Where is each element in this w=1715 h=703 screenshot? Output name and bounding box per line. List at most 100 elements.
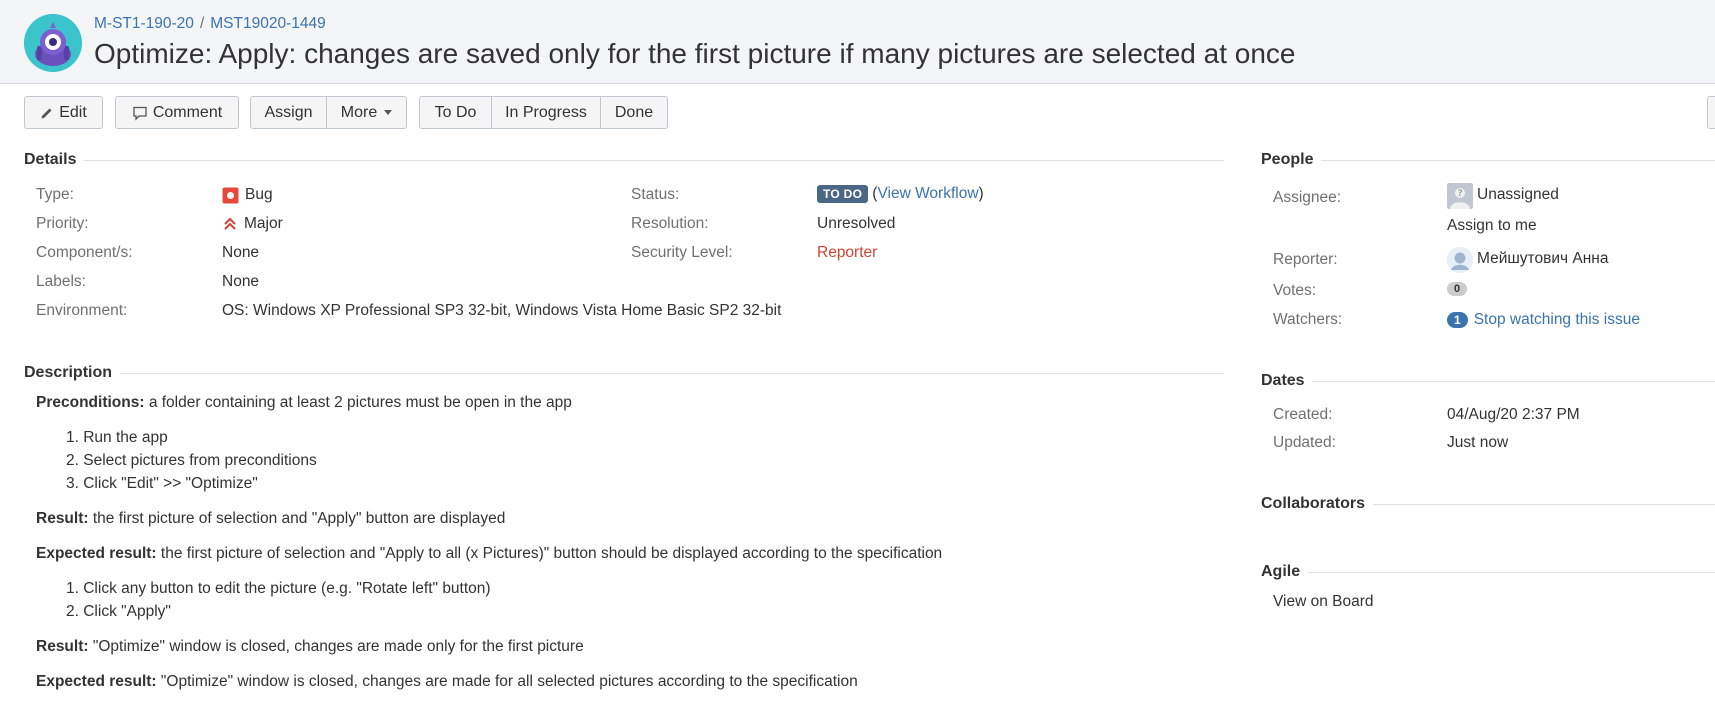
list-item: 1. Click any button to edit the picture … — [66, 580, 491, 597]
breadcrumb-separator: / — [199, 15, 205, 32]
agile-divider — [1308, 571, 1715, 573]
expected1-paragraph: Expected result: the first picture of se… — [36, 545, 942, 563]
result2-label: Result: — [36, 638, 89, 655]
security-level-label: Security Level: — [631, 244, 733, 261]
comment-icon — [132, 105, 148, 121]
votes-count-badge: 0 — [1447, 282, 1468, 296]
assignee-label: Assignee: — [1273, 189, 1342, 206]
priority-label: Priority: — [36, 215, 89, 232]
breadcrumb-project-link[interactable]: M-ST1-190-20 — [94, 15, 194, 32]
description-heading-text: Description — [24, 364, 113, 381]
issue-header: M-ST1-190-20 / MST19020-1449 Optimize: App… — [0, 0, 1715, 84]
reporter-label: Reporter: — [1273, 251, 1338, 268]
description-divider — [120, 372, 1224, 374]
assign-to-me-link[interactable]: Assign to me — [1447, 217, 1537, 235]
user-avatar — [1447, 247, 1473, 273]
assignee-value-text: Unassigned — [1477, 186, 1559, 203]
votes-label: Votes: — [1273, 282, 1317, 299]
list-item: 1. Run the app — [66, 429, 168, 446]
assign-button-label: Assign — [264, 103, 313, 121]
chevron-down-icon — [384, 110, 393, 115]
todo-button-label: To Do — [434, 103, 477, 121]
details-divider — [84, 159, 1224, 161]
result1-text: the first picture of selection and "Appl… — [88, 510, 506, 527]
expected2-paragraph: Expected result: "Optimize" window is cl… — [36, 673, 858, 691]
status-label: Status: — [631, 186, 680, 203]
view-on-board-link[interactable]: View on Board — [1273, 593, 1374, 611]
more-dropdown-button[interactable]: More — [326, 96, 407, 129]
dates-heading: Dates — [1261, 372, 1715, 390]
priority-major-icon — [222, 216, 238, 232]
priority-value: Major — [222, 215, 283, 233]
svg-text:?: ? — [1458, 189, 1463, 199]
transition-in-progress-button[interactable]: In Progress — [491, 96, 601, 129]
result1-paragraph: Result: the first picture of selection a… — [36, 510, 505, 528]
stop-watching-link[interactable]: Stop watching this issue — [1474, 311, 1640, 329]
details-heading: Details — [24, 151, 1224, 169]
result2-text: "Optimize" window is closed, changes are… — [88, 638, 584, 655]
edit-button-label: Edit — [59, 103, 87, 121]
people-heading: People — [1261, 151, 1715, 169]
created-label: Created: — [1273, 406, 1333, 423]
people-divider — [1321, 159, 1715, 161]
resolution-label: Resolution: — [631, 215, 709, 232]
view-workflow-link[interactable]: View Workflow — [877, 185, 978, 203]
result2-paragraph: Result: "Optimize" window is closed, cha… — [36, 638, 584, 656]
environment-label: Environment: — [36, 302, 128, 319]
result1-label: Result: — [36, 510, 89, 527]
project-avatar[interactable] — [24, 14, 82, 72]
toolbar-right-edge-button[interactable] — [1707, 96, 1715, 129]
labels-label: Labels: — [36, 273, 86, 290]
transition-todo-button[interactable]: To Do — [419, 96, 492, 129]
watchers-value: 1 Stop watching this issue — [1447, 311, 1640, 329]
components-label: Component/s: — [36, 244, 133, 261]
type-value: Bug — [222, 186, 273, 204]
collaborators-divider — [1373, 503, 1715, 505]
list-item: 3. Click "Edit" >> "Optimize" — [66, 475, 258, 492]
components-value: None — [222, 244, 260, 261]
updated-label: Updated: — [1273, 434, 1336, 451]
updated-value: Just now — [1447, 434, 1509, 451]
environment-value[interactable]: OS: Windows XP Professional SP3 32-bit, … — [222, 302, 781, 320]
edit-button[interactable]: Edit — [24, 96, 103, 129]
reporter-value-text: Мейшутович Анна — [1477, 250, 1609, 267]
people-heading-text: People — [1261, 151, 1314, 168]
description-heading: Description — [24, 364, 1224, 382]
bug-icon — [222, 187, 239, 204]
agile-heading: Agile — [1261, 563, 1715, 581]
more-button-label: More — [340, 103, 378, 121]
expected1-label: Expected result: — [36, 545, 157, 562]
collaborators-heading: Collaborators — [1261, 495, 1715, 513]
created-value: 04/Aug/20 2:37 PM — [1447, 406, 1580, 423]
in-progress-button-label: In Progress — [505, 103, 587, 121]
expected2-text: "Optimize" window is closed, changes are… — [156, 673, 858, 690]
security-level-value: Reporter — [817, 244, 878, 261]
watchers-count-badge[interactable]: 1 — [1447, 312, 1468, 328]
unassigned-avatar-icon: ? — [1447, 183, 1473, 209]
preconditions-label: Preconditions: — [36, 394, 145, 411]
breadcrumb-issue-key-link[interactable]: MST19020-1449 — [210, 15, 325, 32]
paren-close: ) — [978, 185, 984, 202]
expected2-label: Expected result: — [36, 673, 157, 690]
expected1-text: the first picture of selection and "Appl… — [156, 545, 943, 562]
assign-button[interactable]: Assign — [250, 96, 327, 129]
details-heading-text: Details — [24, 151, 77, 168]
list-item: 2. Select pictures from preconditions — [66, 452, 317, 469]
breadcrumb: M-ST1-190-20 / MST19020-1449 — [94, 15, 326, 33]
reporter-value[interactable]: Мейшутович Анна — [1447, 247, 1609, 273]
agile-heading-text: Agile — [1261, 563, 1301, 580]
resolution-value: Unresolved — [817, 215, 896, 232]
pencil-icon — [40, 106, 54, 120]
assignee-value[interactable]: ? Unassigned — [1447, 183, 1559, 209]
labels-value[interactable]: None — [222, 273, 259, 291]
preconditions-paragraph[interactable]: Preconditions: a folder containing at le… — [36, 394, 572, 412]
dates-divider — [1312, 380, 1715, 382]
comment-button-label: Comment — [152, 103, 223, 121]
status-lozenge: TO DO — [817, 185, 869, 203]
status-value: TO DO (View Workflow) — [817, 185, 984, 203]
type-label: Type: — [36, 186, 74, 203]
votes-value[interactable]: 0 — [1447, 282, 1468, 296]
comment-button[interactable]: Comment — [115, 96, 239, 129]
transition-done-button[interactable]: Done — [600, 96, 668, 129]
issue-summary-title[interactable]: Optimize: Apply: changes are saved only … — [94, 38, 1295, 70]
